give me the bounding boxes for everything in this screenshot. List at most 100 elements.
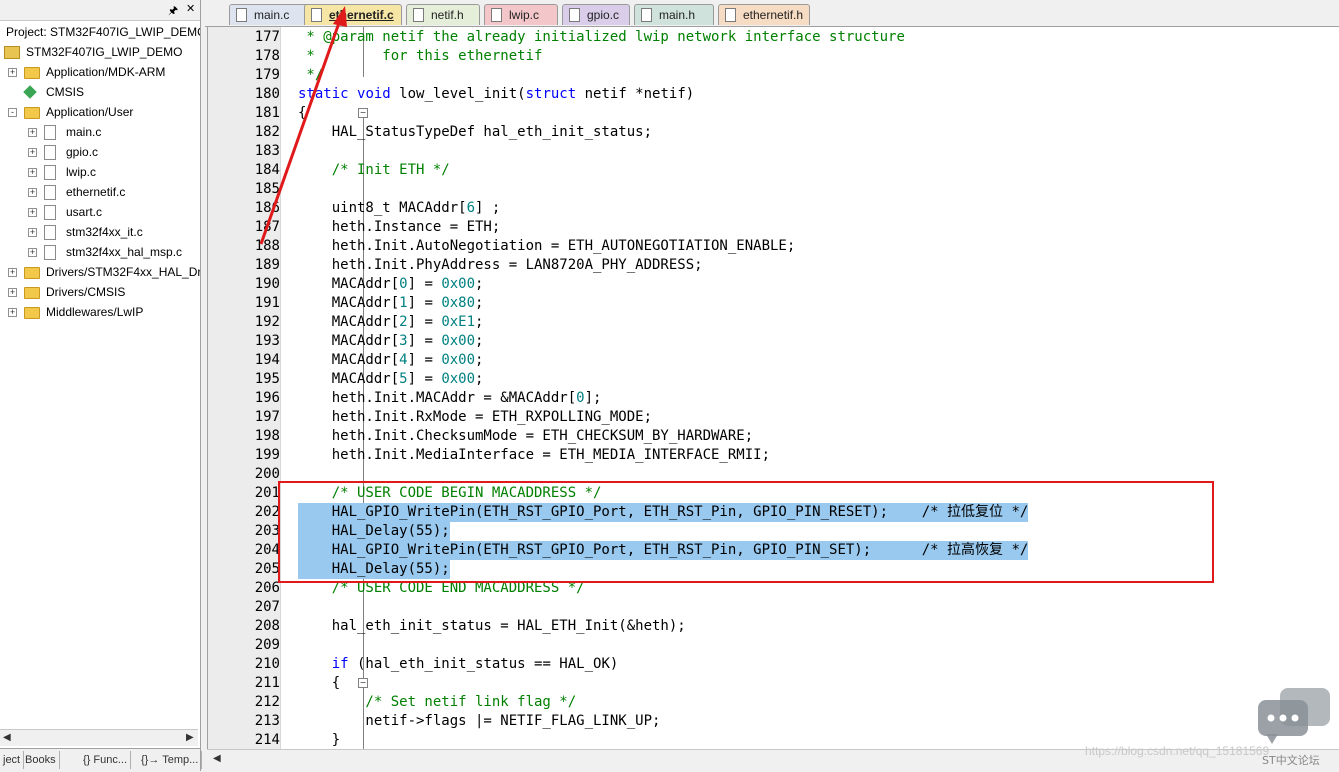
file-icon — [413, 8, 424, 22]
expand-icon[interactable]: + — [28, 228, 37, 237]
file-icon — [44, 185, 56, 200]
code-line[interactable]: { — [298, 104, 306, 123]
editor-tab[interactable]: netif.h — [406, 4, 480, 25]
code-line[interactable]: heth.Init.MediaInterface = ETH_MEDIA_INT… — [298, 446, 770, 465]
code-token: 5 — [399, 371, 408, 387]
code-line[interactable]: * for this ethernetif — [298, 47, 542, 66]
expand-icon[interactable]: + — [28, 168, 37, 177]
collapse-icon[interactable]: - — [8, 108, 17, 117]
fold-margin: − − — [281, 27, 368, 749]
expand-icon[interactable]: + — [8, 308, 17, 317]
code-token: ; — [475, 314, 484, 330]
line-number: 202 — [254, 504, 280, 520]
code-line[interactable]: netif->flags |= NETIF_FLAG_LINK_UP; — [298, 712, 660, 731]
expand-icon[interactable]: + — [8, 288, 17, 297]
line-number: 214 — [254, 732, 280, 748]
code-token: static — [298, 86, 349, 102]
editor-tab[interactable]: ethernetif.c — [304, 4, 402, 25]
file-icon — [44, 245, 56, 260]
line-number: 189 — [254, 257, 280, 273]
code-line[interactable]: } — [298, 731, 340, 749]
fold-toggle-icon[interactable]: − — [358, 678, 368, 688]
expand-icon[interactable]: + — [28, 148, 37, 157]
code-line[interactable]: hal_eth_init_status = HAL_ETH_Init(&heth… — [298, 617, 686, 636]
code-line[interactable]: heth.Init.PhyAddress = LAN8720A_PHY_ADDR… — [298, 256, 703, 275]
editor-tab[interactable]: main.h — [634, 4, 714, 25]
file-icon — [569, 8, 580, 22]
code-line[interactable]: MACAddr[3] = 0x00; — [298, 332, 484, 351]
code-line[interactable]: MACAddr[5] = 0x00; — [298, 370, 484, 389]
tree-item-label: Drivers/CMSIS — [46, 285, 126, 299]
tree-item-label: main.c — [66, 125, 102, 139]
project-tree: Project: STM32F407IG_LWIP_DEMO STM32F407… — [0, 22, 200, 728]
code-editor[interactable]: 177 178 179 180 181 182 183 184 185 186 187 188 189 1… — [207, 27, 1339, 749]
expand-icon[interactable]: + — [28, 128, 37, 137]
tree-item-label: Application/MDK-ARM — [46, 65, 166, 79]
project-scrollbar[interactable]: ◀ ▶ — [0, 729, 198, 746]
code-line[interactable]: HAL_StatusTypeDef hal_eth_init_status; — [298, 123, 652, 142]
panel-bottom-tab[interactable]: {}→ Temp... — [138, 751, 203, 769]
line-number: 183 — [254, 143, 280, 159]
file-icon — [44, 125, 56, 140]
editor-tab-label: lwip.c — [509, 8, 540, 22]
code-token: { — [298, 105, 307, 121]
code-token: heth.Instance = ETH; — [298, 219, 501, 235]
code-line[interactable]: static void low_level_init(struct netif … — [298, 85, 694, 104]
pin-icon[interactable]: 🖈 — [168, 2, 178, 21]
panel-bottom-tab[interactable]: {} Func... — [80, 751, 132, 769]
code-line[interactable]: heth.Init.RxMode = ETH_RXPOLLING_MODE; — [298, 408, 652, 427]
code-line[interactable]: heth.Init.ChecksumMode = ETH_CHECKSUM_BY… — [298, 427, 753, 446]
close-icon[interactable]: ✕ — [186, 2, 195, 15]
expand-icon[interactable]: + — [28, 248, 37, 257]
scroll-left-icon[interactable]: ◀ — [3, 732, 11, 743]
code-line[interactable]: heth.Instance = ETH; — [298, 218, 501, 237]
folder-icon — [24, 107, 40, 119]
code-token: MACAddr[ — [298, 295, 400, 311]
code-line[interactable]: * @param netif the already initialized l… — [298, 28, 904, 47]
panel-bottom-tab[interactable]: ject — [0, 751, 25, 769]
code-line[interactable]: MACAddr[2] = 0xE1; — [298, 313, 484, 332]
code-line[interactable]: { — [298, 674, 340, 693]
code-line[interactable]: MACAddr[1] = 0x80; — [298, 294, 484, 313]
code-line[interactable]: heth.Init.AutoNegotiation = ETH_AUTONEGO… — [298, 237, 796, 256]
line-number: 197 — [254, 409, 280, 425]
code-line[interactable]: if (hal_eth_init_status == HAL_OK) — [298, 655, 619, 674]
expand-icon[interactable]: + — [8, 68, 17, 77]
code-line[interactable]: heth.Init.MACAddr = &MACAddr[0]; — [298, 389, 602, 408]
fold-toggle-icon[interactable]: − — [358, 108, 368, 118]
code-token: uint8_t MACAddr[ — [298, 200, 467, 216]
scroll-right-icon[interactable]: ▶ — [186, 732, 194, 743]
tree-item-label: gpio.c — [66, 145, 99, 159]
code-line[interactable]: uint8_t MACAddr[6] ; — [298, 199, 501, 218]
expand-icon[interactable]: + — [28, 188, 37, 197]
code-token: 0x00 — [441, 333, 476, 349]
line-number: 210 — [254, 656, 280, 672]
code-line[interactable]: /* Init ETH */ — [298, 161, 450, 180]
folder-icon — [24, 67, 40, 79]
line-number: 203 — [254, 523, 280, 539]
code-line[interactable]: /* Set netif link flag */ — [298, 693, 576, 712]
code-token: 0 — [576, 390, 585, 406]
chat-bubbles-icon — [1258, 688, 1330, 744]
folder-icon — [24, 287, 40, 299]
file-icon — [44, 165, 56, 180]
code-line[interactable]: MACAddr[4] = 0x00; — [298, 351, 484, 370]
code-token: netif *netif) — [576, 86, 695, 102]
expand-icon[interactable]: + — [28, 208, 37, 217]
code-token: (hal_eth_init_status == HAL_OK) — [348, 656, 619, 672]
editor-tab[interactable]: ethernetif.h — [718, 4, 810, 25]
code-token: ]; — [584, 390, 602, 406]
code-line[interactable]: */ — [298, 66, 323, 85]
line-number-gutter: 177 178 179 180 181 182 183 184 185 186 187 188 189 1… — [208, 27, 281, 749]
editor-tab[interactable]: lwip.c — [484, 4, 558, 25]
line-number: 196 — [254, 390, 280, 406]
line-number: 211 — [254, 675, 280, 691]
code-token: netif->flags |= NETIF_FLAG_LINK_UP; — [298, 713, 661, 729]
panel-bottom-tab[interactable]: Books — [22, 751, 60, 769]
scroll-left-icon[interactable]: ◀ — [213, 753, 221, 764]
editor-tab[interactable]: gpio.c — [562, 4, 630, 25]
project-panel: 🖈 ✕ Project: STM32F407IG_LWIP_DEMO STM32… — [0, 0, 203, 772]
code-line[interactable]: MACAddr[0] = 0x00; — [298, 275, 484, 294]
expand-icon[interactable]: + — [8, 268, 17, 277]
